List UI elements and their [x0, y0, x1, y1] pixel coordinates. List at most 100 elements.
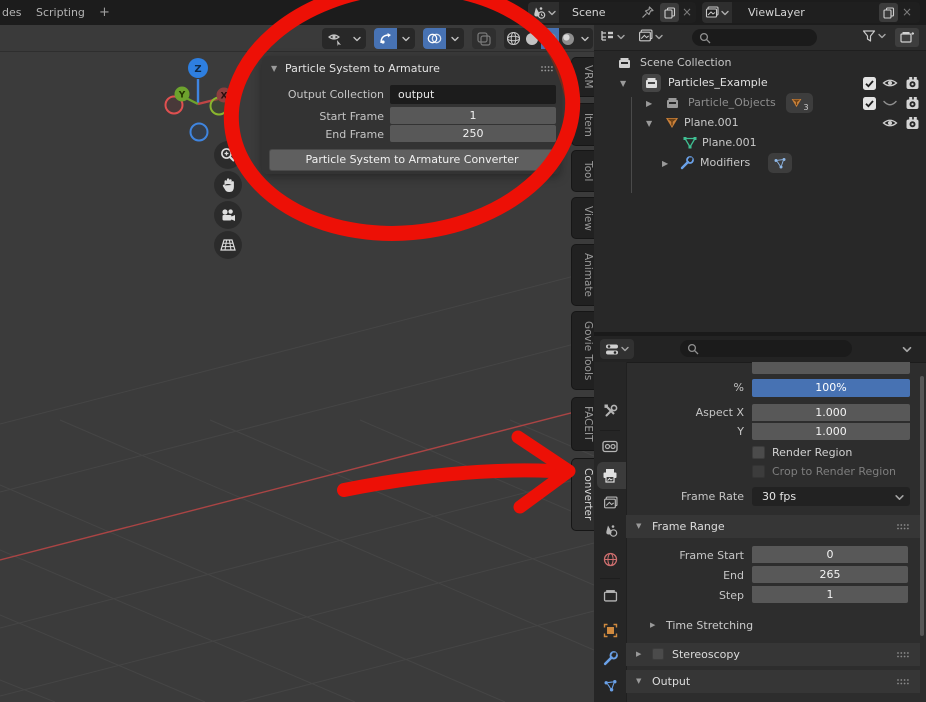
eye-open-icon[interactable]	[882, 117, 898, 129]
show-overlays-toggle[interactable]	[423, 28, 446, 49]
stereoscopy-checkbox[interactable]	[652, 648, 664, 660]
workspace-tab-scripting[interactable]: Scripting	[36, 0, 85, 25]
outliner-row-modifiers[interactable]: ▶ Modifiers	[594, 153, 926, 173]
sidebar-tab-item[interactable]: Item	[571, 103, 594, 146]
outliner-display-mode-button[interactable]	[600, 29, 625, 44]
sidebar-tab-view[interactable]: View	[571, 197, 594, 239]
viewlayer-browse-button[interactable]	[702, 2, 732, 23]
panel-collapse-caret[interactable]: ▼	[271, 64, 277, 73]
svg-text:X: X	[221, 92, 228, 102]
outliner-row-plane-mesh-data[interactable]: Plane.001	[594, 133, 926, 153]
pin-icon[interactable]	[641, 6, 654, 19]
sidebar-tab-vrm[interactable]: VRM	[571, 57, 594, 97]
workspace-tab-partial[interactable]: des	[2, 0, 21, 25]
tab-render-properties[interactable]	[594, 433, 626, 459]
tab-world-properties[interactable]	[594, 546, 626, 572]
camera-render-icon[interactable]	[905, 76, 920, 90]
output-section-header[interactable]: ▼ Output	[626, 670, 920, 693]
eye-open-icon[interactable]	[882, 77, 898, 89]
mesh-data-icon	[682, 136, 698, 150]
frame-start-field[interactable]: 0	[752, 546, 908, 563]
scene-new-button[interactable]	[660, 3, 679, 22]
shading-wireframe-button[interactable]	[504, 28, 523, 49]
aspect-y-field[interactable]: 1.000	[752, 423, 910, 440]
drag-dots-icon[interactable]	[896, 678, 910, 686]
resolution-percent-slider[interactable]: 100%	[752, 379, 910, 397]
stereoscopy-section-header[interactable]: ▶ Stereoscopy	[626, 643, 920, 666]
object-visibility-button[interactable]	[322, 28, 348, 49]
drag-dots-icon[interactable]	[540, 65, 554, 73]
expand-caret[interactable]: ▼	[646, 114, 652, 134]
shading-material-preview-button[interactable]	[541, 28, 559, 49]
start-frame-input[interactable]: 1	[390, 107, 556, 124]
tab-particle-properties[interactable]	[594, 673, 626, 699]
properties-options-dropdown[interactable]	[902, 346, 912, 353]
convert-button[interactable]: Particle System to Armature Converter	[269, 149, 555, 171]
scene-browse-button[interactable]	[528, 2, 559, 23]
outliner-filter-mode-button[interactable]	[638, 29, 663, 44]
sidebar-tab-animate[interactable]: Animate	[571, 244, 594, 306]
tab-output-properties[interactable]	[594, 462, 626, 489]
drag-dots-icon[interactable]	[896, 651, 910, 659]
outliner-filter-button[interactable]	[862, 29, 886, 43]
new-collection-button[interactable]	[895, 28, 919, 47]
sidebar-tab-converter[interactable]: Converter	[571, 458, 594, 531]
show-gizmos-toggle[interactable]	[374, 28, 397, 49]
camera-render-icon[interactable]	[905, 96, 920, 110]
outliner-row-scene-collection[interactable]: Scene Collection	[594, 53, 926, 73]
tab-view-layer-properties[interactable]	[594, 490, 626, 516]
perspective-toggle-button[interactable]	[214, 231, 242, 259]
pan-button[interactable]	[214, 171, 242, 199]
outliner-row-plane-object[interactable]: ▼ Plane.001	[594, 113, 926, 133]
frame-step-field[interactable]: 1	[752, 586, 908, 603]
camera-view-button[interactable]	[214, 201, 242, 229]
add-workspace-button[interactable]: +	[99, 0, 110, 25]
expand-caret[interactable]: ▶	[662, 154, 668, 174]
viewlayer-name[interactable]: ViewLayer	[748, 6, 805, 19]
time-stretching-subheader[interactable]: ▶ Time Stretching	[626, 614, 920, 637]
toggle-xray-button[interactable]	[472, 28, 496, 49]
scene-name[interactable]: Scene	[572, 6, 606, 19]
resolution-field-partial[interactable]	[752, 362, 910, 374]
outliner-search-input[interactable]	[692, 29, 817, 46]
checkbox-checked-icon[interactable]	[863, 97, 876, 110]
viewlayer-new-button[interactable]	[879, 3, 898, 22]
end-frame-input[interactable]: 250	[390, 125, 556, 142]
aspect-x-field[interactable]: 1.000	[752, 404, 910, 421]
eye-closed-icon[interactable]	[882, 99, 898, 109]
render-region-checkbox[interactable]	[752, 446, 765, 459]
tab-tool-properties[interactable]	[594, 398, 626, 424]
tab-modifier-properties[interactable]	[594, 645, 626, 671]
frame-rate-dropdown[interactable]: 30 fps	[752, 487, 910, 506]
camera-render-icon[interactable]	[905, 116, 920, 130]
scene-unlink-button[interactable]: ×	[682, 5, 692, 19]
properties-scrollbar[interactable]	[920, 376, 924, 636]
sidebar-tab-faceit[interactable]: FACEIT	[571, 397, 594, 451]
sidebar-tab-tool[interactable]: Tool	[571, 150, 594, 192]
crop-render-region-checkbox[interactable]	[752, 465, 765, 478]
zoom-button[interactable]	[214, 141, 242, 169]
outliner-row-particle-objects[interactable]: ▶ Particle_Objects 3	[594, 93, 926, 113]
viewlayer-remove-button[interactable]: ×	[902, 5, 912, 19]
object-visibility-dropdown[interactable]	[348, 28, 366, 49]
checkbox-checked-icon[interactable]	[863, 77, 876, 90]
shading-solid-button[interactable]	[523, 28, 541, 49]
properties-search-input[interactable]	[680, 340, 852, 357]
drag-dots-icon[interactable]	[896, 523, 910, 531]
outliner-row-particles-example[interactable]: ▼ Particles_Example	[594, 73, 926, 93]
tab-object-properties[interactable]	[594, 617, 626, 643]
properties-editor-type-button[interactable]	[600, 339, 634, 359]
tab-scene-properties[interactable]	[594, 518, 626, 544]
sidebar-tab-govie-tools[interactable]: Govie Tools	[571, 311, 594, 390]
shading-dropdown[interactable]	[577, 28, 593, 49]
navigation-axis-gizmo[interactable]: Y X Z	[160, 55, 250, 145]
shading-rendered-button[interactable]	[559, 28, 577, 49]
tab-collection-properties[interactable]	[594, 582, 626, 608]
frame-range-section-header[interactable]: ▼ Frame Range	[626, 515, 920, 538]
expand-caret[interactable]: ▼	[620, 74, 626, 94]
show-overlays-dropdown[interactable]	[446, 28, 464, 49]
output-collection-input[interactable]: output	[390, 85, 556, 104]
frame-end-field[interactable]: 265	[752, 566, 908, 583]
expand-caret[interactable]: ▶	[646, 94, 652, 114]
show-gizmos-dropdown[interactable]	[397, 28, 415, 49]
